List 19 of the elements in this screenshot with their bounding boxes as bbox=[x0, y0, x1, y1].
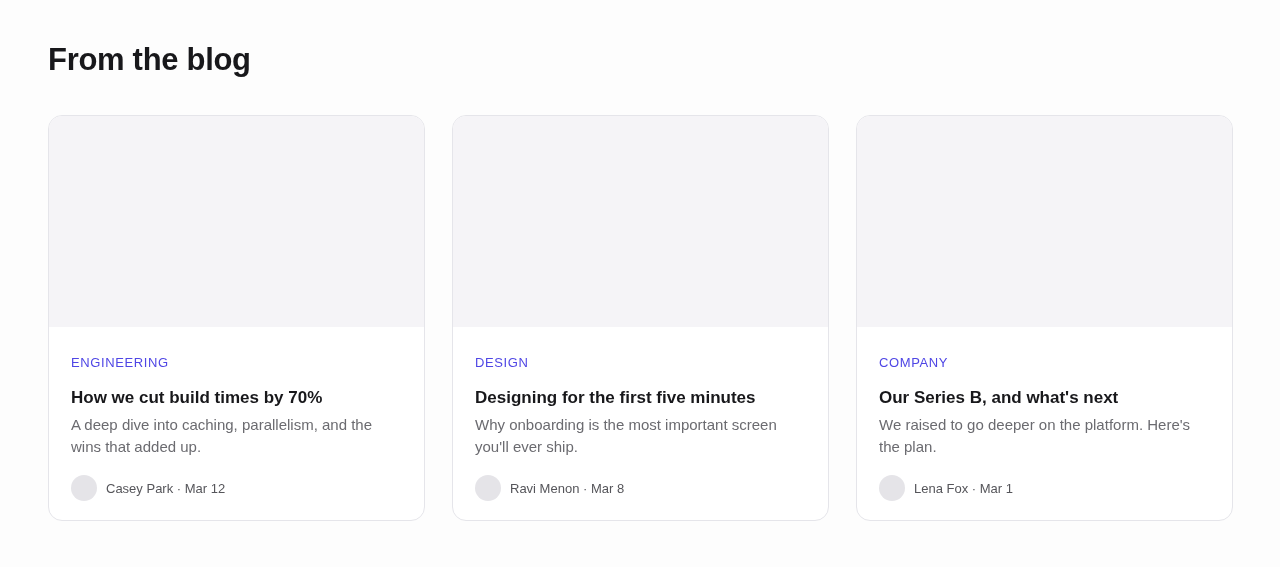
section-heading: From the blog bbox=[48, 41, 251, 79]
post-excerpt: Why onboarding is the most important screen you'll ever ship. bbox=[475, 415, 778, 457]
post-byline: Ravi Menon · Mar 8 bbox=[510, 480, 625, 496]
avatar-icon bbox=[71, 475, 97, 501]
post-category: COMPANY bbox=[879, 355, 948, 371]
post-byline: Casey Park · Mar 12 bbox=[106, 480, 226, 496]
blog-card[interactable]: ENGINEERING How we cut build times by 70% A deep dive into caching, parallelism, and the wins that added up. Casey Park · Mar 12 bbox=[48, 115, 425, 521]
post-category: ENGINEERING bbox=[71, 355, 169, 371]
avatar-icon bbox=[475, 475, 501, 501]
post-excerpt: We raised to go deeper on the platform. Here's the plan. bbox=[879, 415, 1192, 457]
post-excerpt: A deep dive into caching, parallelism, and the wins that added up. bbox=[71, 415, 374, 457]
blog-card[interactable]: COMPANY Our Series B, and what's next We raised to go deeper on the platform. Here's the plan. Lena Fox · Mar 1 bbox=[856, 115, 1233, 521]
avatar-icon bbox=[879, 475, 905, 501]
post-category: DESIGN bbox=[475, 355, 529, 371]
post-title[interactable]: Designing for the first five minutes bbox=[475, 387, 756, 409]
post-title[interactable]: How we cut build times by 70% bbox=[71, 387, 323, 409]
post-byline: Lena Fox · Mar 1 bbox=[914, 480, 1013, 496]
post-title[interactable]: Our Series B, and what's next bbox=[879, 387, 1119, 409]
blog-card[interactable]: DESIGN Designing for the first five minutes Why onboarding is the most important screen you'll ever ship. Ravi Menon · Mar 8 bbox=[452, 115, 829, 521]
